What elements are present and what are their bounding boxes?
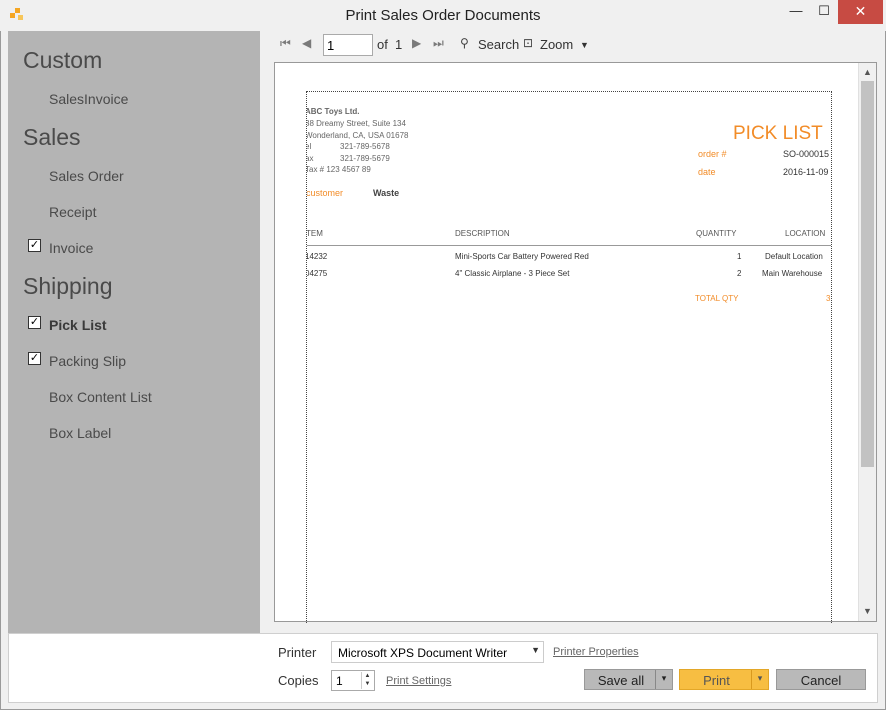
- printer-label: Printer: [278, 645, 317, 660]
- page-of-label: of: [377, 37, 388, 52]
- printer-selected-value: Microsoft XPS Document Writer: [338, 646, 508, 660]
- table-row-location: Default Location: [765, 252, 823, 261]
- sidebar-item-packing-slip[interactable]: Packing Slip: [49, 353, 126, 369]
- invoice-checkbox[interactable]: ✓: [28, 239, 41, 252]
- previous-page-icon[interactable]: ◀: [302, 36, 311, 50]
- company-fax: 321-789-5679: [340, 154, 390, 163]
- order-label: order #: [698, 149, 727, 159]
- title-bar: Print Sales Order Documents — ☐ ✕: [0, 0, 886, 31]
- preview-toolbar: ⏮ ◀ 1 of 1 ▶ ⏭ ⚲ Search ⊡ Zoom ▼: [274, 33, 874, 57]
- section-sales: Sales: [23, 124, 81, 150]
- company-name: ABC Toys Ltd.: [306, 107, 360, 116]
- search-icon[interactable]: ⚲: [460, 36, 469, 50]
- sidebar-item-receipt[interactable]: Receipt: [49, 204, 96, 220]
- print-button[interactable]: Print ▾: [679, 669, 769, 690]
- document-heading: PICK LIST: [733, 123, 823, 144]
- column-header-location: LOCATION: [785, 229, 826, 238]
- document-page: ABC Toys Ltd. 38 Dreamy Street, Suite 13…: [306, 91, 832, 623]
- sidebar-item-salesinvoice[interactable]: SalesInvoice: [49, 91, 128, 107]
- sidebar-item-box-label[interactable]: Box Label: [49, 425, 111, 441]
- table-row-quantity: 1: [737, 252, 742, 261]
- scroll-up-icon[interactable]: ▲: [859, 67, 876, 77]
- table-row-description: 4" Classic Airplane - 3 Piece Set: [455, 269, 570, 278]
- minimize-button[interactable]: —: [782, 0, 810, 24]
- company-address-line2: Wonderland, CA, USA 01678: [306, 131, 409, 140]
- customer-name: Waste: [373, 188, 400, 198]
- last-page-icon[interactable]: ⏭: [433, 36, 444, 51]
- table-row-description: Mini-Sports Car Battery Powered Red: [455, 252, 589, 261]
- company-tel: 321-789-5678: [340, 142, 390, 151]
- document-preview[interactable]: ABC Toys Ltd. 38 Dreamy Street, Suite 13…: [274, 62, 877, 623]
- first-page-icon[interactable]: ⏮: [280, 36, 291, 51]
- page-number-input[interactable]: 1: [323, 34, 373, 56]
- company-address-line1: 38 Dreamy Street, Suite 134: [306, 119, 406, 128]
- column-header-description: DESCRIPTION: [455, 229, 510, 238]
- table-row-quantity: 2: [737, 269, 742, 278]
- table-header-divider: [307, 245, 831, 246]
- company-tax: Tax # 123 4567 89: [306, 165, 371, 174]
- document-sidebar: Custom SalesInvoice Sales Sales Order Re…: [8, 31, 260, 633]
- sidebar-item-box-content-list[interactable]: Box Content List: [49, 389, 152, 405]
- save-all-label: Save all: [597, 673, 645, 688]
- customer-label: customer: [306, 188, 344, 198]
- total-pages: 1: [395, 37, 403, 52]
- section-custom: Custom: [23, 47, 103, 73]
- table-row-item: 14232: [306, 252, 328, 261]
- order-date: 2016-11-09: [783, 167, 829, 177]
- chevron-down-icon[interactable]: ▼: [531, 645, 540, 655]
- print-label: Print: [703, 673, 730, 688]
- sidebar-item-pick-list[interactable]: Pick List: [49, 317, 107, 333]
- window-title: Print Sales Order Documents: [345, 7, 541, 24]
- scroll-down-icon[interactable]: ▼: [859, 606, 876, 616]
- column-header-item: TEM: [306, 229, 323, 238]
- pick-list-checkbox[interactable]: ✓: [28, 316, 41, 329]
- sidebar-item-invoice[interactable]: Invoice: [49, 240, 93, 256]
- section-shipping: Shipping: [23, 273, 113, 299]
- printer-select[interactable]: Microsoft XPS Document Writer ▼: [331, 641, 544, 663]
- table-row-location: Main Warehouse: [762, 269, 823, 278]
- maximize-button[interactable]: ☐: [810, 0, 838, 24]
- scrollbar-thumb[interactable]: [861, 81, 874, 467]
- total-qty-value: 3: [826, 294, 831, 303]
- print-options-footer: Printer Microsoft XPS Document Writer ▼ …: [8, 633, 878, 703]
- copies-stepper[interactable]: 1 ▲ ▼: [331, 670, 375, 691]
- order-number: SO-000015: [783, 149, 830, 159]
- print-settings-link[interactable]: Print Settings: [386, 675, 451, 687]
- next-page-icon[interactable]: ▶: [412, 36, 421, 50]
- cancel-button[interactable]: Cancel: [776, 669, 866, 690]
- company-fax-label: ax: [307, 154, 314, 163]
- zoom-icon[interactable]: ⊡: [523, 36, 533, 50]
- zoom-button[interactable]: Zoom: [540, 37, 573, 52]
- save-all-dropdown-icon[interactable]: ▾: [655, 670, 672, 689]
- save-all-button[interactable]: Save all ▾: [584, 669, 673, 690]
- date-label: date: [698, 167, 716, 177]
- company-tel-label: el: [307, 142, 312, 151]
- print-dropdown-icon[interactable]: ▾: [751, 670, 768, 689]
- sidebar-item-sales-order[interactable]: Sales Order: [49, 168, 124, 184]
- column-header-quantity: QUANTITY: [696, 229, 737, 238]
- printer-properties-link[interactable]: Printer Properties: [553, 646, 639, 658]
- zoom-dropdown-icon[interactable]: ▼: [580, 40, 589, 50]
- close-button[interactable]: ✕: [838, 0, 883, 24]
- copies-value: 1: [336, 674, 343, 688]
- table-row-item: 04275: [306, 269, 328, 278]
- total-qty-label: TOTAL QTY: [695, 294, 739, 303]
- packing-slip-checkbox[interactable]: ✓: [28, 352, 41, 365]
- stepper-arrows-icon[interactable]: ▲ ▼: [361, 672, 373, 689]
- preview-scrollbar[interactable]: ▲ ▼: [858, 63, 876, 621]
- copies-label: Copies: [278, 673, 319, 688]
- search-button[interactable]: Search: [478, 37, 519, 52]
